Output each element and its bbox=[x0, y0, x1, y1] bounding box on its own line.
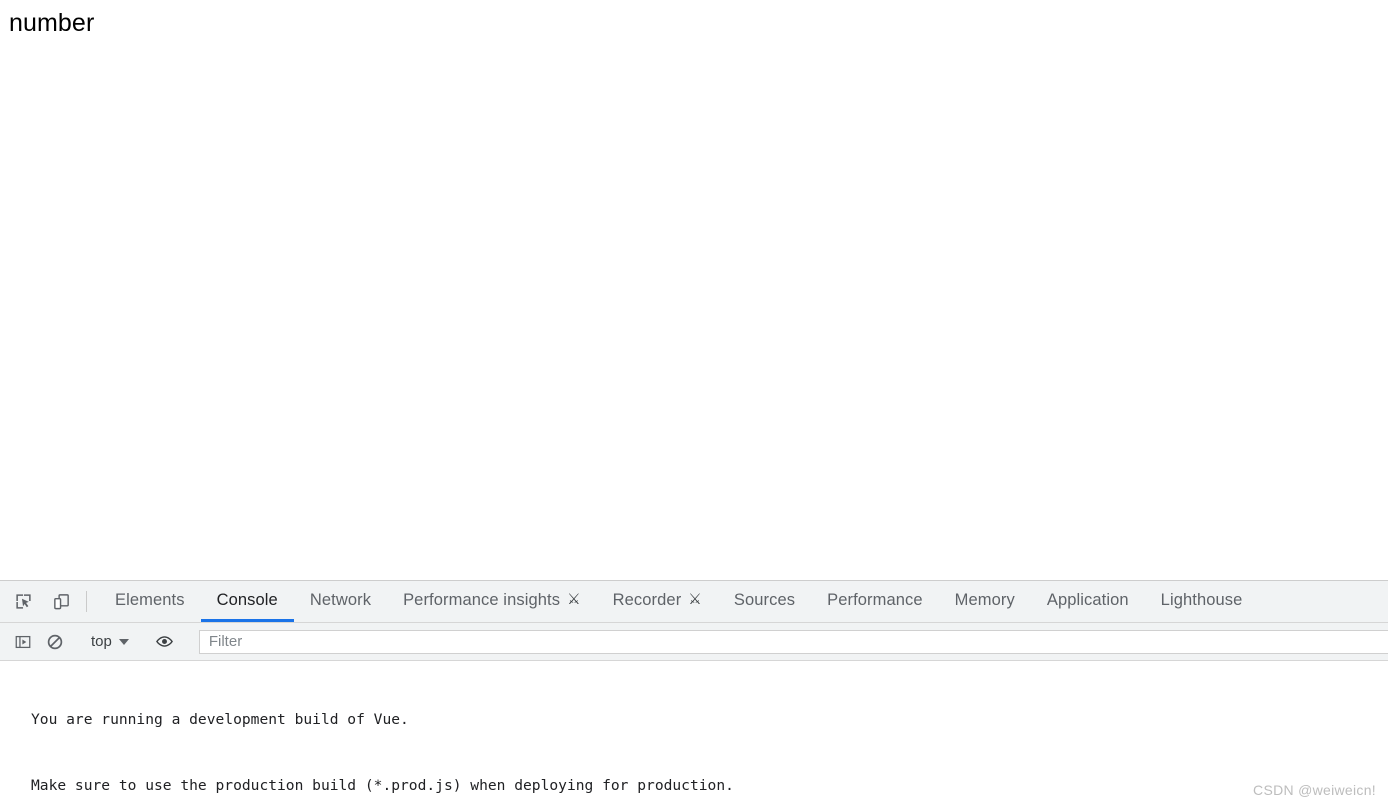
tab-network-label: Network bbox=[309, 590, 372, 609]
clear-console-icon[interactable] bbox=[40, 627, 70, 657]
tab-sources-label: Sources bbox=[733, 590, 796, 609]
console-message-list: You are running a development build of V… bbox=[0, 661, 1388, 807]
tab-memory-label: Memory bbox=[954, 590, 1015, 609]
page-body-text: number bbox=[9, 9, 95, 37]
chevron-down-icon bbox=[118, 638, 129, 645]
tab-performance-label: Performance bbox=[827, 590, 923, 609]
console-context-value: top bbox=[91, 633, 112, 650]
tab-performance-insights-label: Performance insights bbox=[403, 590, 561, 609]
flask-icon: ⚔ bbox=[688, 590, 702, 608]
tab-elements-label: Elements bbox=[115, 590, 185, 609]
console-filter-wrap bbox=[198, 629, 1388, 654]
live-expression-eye-icon[interactable] bbox=[150, 627, 180, 657]
flask-icon: ⚔ bbox=[567, 590, 581, 608]
tab-elements[interactable]: Elements bbox=[99, 581, 201, 622]
device-toolbar-icon[interactable] bbox=[46, 587, 76, 617]
page-viewport: number bbox=[0, 0, 1388, 580]
console-sidebar-toggle-icon[interactable] bbox=[8, 627, 38, 657]
tab-console-label: Console bbox=[216, 590, 278, 609]
tab-performance-insights[interactable]: Performance insights ⚔ bbox=[387, 581, 597, 622]
console-filter-input[interactable] bbox=[198, 629, 1388, 654]
tab-lighthouse[interactable]: Lighthouse bbox=[1145, 581, 1259, 622]
inspect-element-icon[interactable] bbox=[8, 587, 38, 617]
console-message-log: You are running a development build of V… bbox=[0, 661, 1388, 807]
tab-lighthouse-label: Lighthouse bbox=[1160, 590, 1243, 609]
tab-application-label: Application bbox=[1046, 590, 1129, 609]
console-toolbar: top bbox=[0, 623, 1388, 661]
tab-recorder[interactable]: Recorder ⚔ bbox=[597, 581, 718, 622]
browser-window: number Elements Console Network Performa… bbox=[0, 0, 1388, 807]
tab-recorder-label: Recorder bbox=[612, 590, 682, 609]
console-log-line: You are running a development build of V… bbox=[31, 711, 409, 728]
devtools-tabs: Elements Console Network Performance ins… bbox=[91, 581, 1258, 622]
tab-application[interactable]: Application bbox=[1031, 581, 1145, 622]
console-context-selector[interactable]: top bbox=[83, 630, 137, 653]
toolbar-divider bbox=[86, 591, 87, 612]
tab-memory[interactable]: Memory bbox=[939, 581, 1031, 622]
tab-console[interactable]: Console bbox=[200, 581, 294, 622]
devtools-panel: Elements Console Network Performance ins… bbox=[0, 580, 1388, 807]
devtools-left-tools bbox=[0, 581, 82, 622]
tab-performance[interactable]: Performance bbox=[811, 581, 939, 622]
tab-sources[interactable]: Sources bbox=[718, 581, 811, 622]
console-log-line: Make sure to use the production build (*… bbox=[31, 777, 734, 794]
devtools-tabbar: Elements Console Network Performance ins… bbox=[0, 581, 1388, 623]
tab-network[interactable]: Network bbox=[294, 581, 387, 622]
